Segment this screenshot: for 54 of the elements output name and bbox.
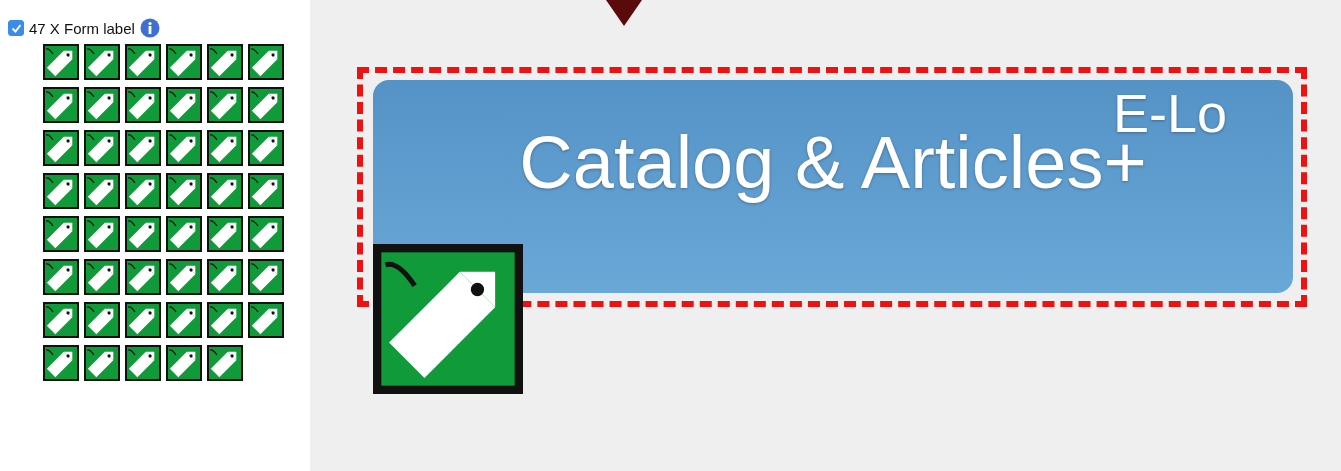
tag-icon: [207, 259, 243, 295]
tag-icon: [43, 44, 79, 80]
tag-icon: [166, 44, 202, 80]
tag-icon: [207, 302, 243, 338]
tag-icon: [248, 44, 284, 80]
tag-icon: [166, 87, 202, 123]
tag-icon: [373, 244, 523, 394]
tag-icon: [248, 259, 284, 295]
tag-icon: [207, 44, 243, 80]
tag-icon: [166, 345, 202, 381]
tag-icon: [166, 130, 202, 166]
tag-icon: [125, 87, 161, 123]
triangle-icon: [606, 0, 642, 26]
tag-icon: [125, 345, 161, 381]
tag-icon: [43, 173, 79, 209]
tag-icon: [84, 259, 120, 295]
tag-icon: [43, 302, 79, 338]
tag-icon: [166, 173, 202, 209]
tag-icon: [84, 216, 120, 252]
canvas-text: E-Lo: [1113, 84, 1228, 142]
checkbox[interactable]: [8, 20, 24, 36]
tag-icon: [43, 87, 79, 123]
tag-icon: [43, 259, 79, 295]
tag-icon: [125, 216, 161, 252]
tag-icon: [125, 302, 161, 338]
tag-icon: [207, 173, 243, 209]
tag-icon: [207, 87, 243, 123]
tag-icon: [248, 173, 284, 209]
checkbox-label: 47 X Form label: [29, 19, 135, 37]
tag-icon: [207, 345, 243, 381]
tag-icon: [43, 345, 79, 381]
tag-icon: [84, 87, 120, 123]
tag-icon: [207, 130, 243, 166]
tag-icon: [248, 130, 284, 166]
tag-icon: [43, 130, 79, 166]
catalog-button[interactable]: Catalog & Articles+ E-Lo: [373, 80, 1293, 293]
tag-icon: [84, 345, 120, 381]
tag-icon: [248, 216, 284, 252]
tag-icon: [84, 302, 120, 338]
tag-icon: [248, 302, 284, 338]
tag-icon: [84, 44, 120, 80]
tag-icon: [125, 44, 161, 80]
tag-icon: [166, 302, 202, 338]
info-icon[interactable]: [139, 18, 160, 38]
tag-icon: [248, 87, 284, 123]
tag-icon: [207, 216, 243, 252]
tag-icon: [43, 216, 79, 252]
tag-icon: [84, 130, 120, 166]
tag-icon: [125, 173, 161, 209]
tag-icon: [166, 259, 202, 295]
tag-icon: [125, 259, 161, 295]
tag-icon: [84, 173, 120, 209]
tag-icon: [125, 130, 161, 166]
tag-icon: [166, 216, 202, 252]
